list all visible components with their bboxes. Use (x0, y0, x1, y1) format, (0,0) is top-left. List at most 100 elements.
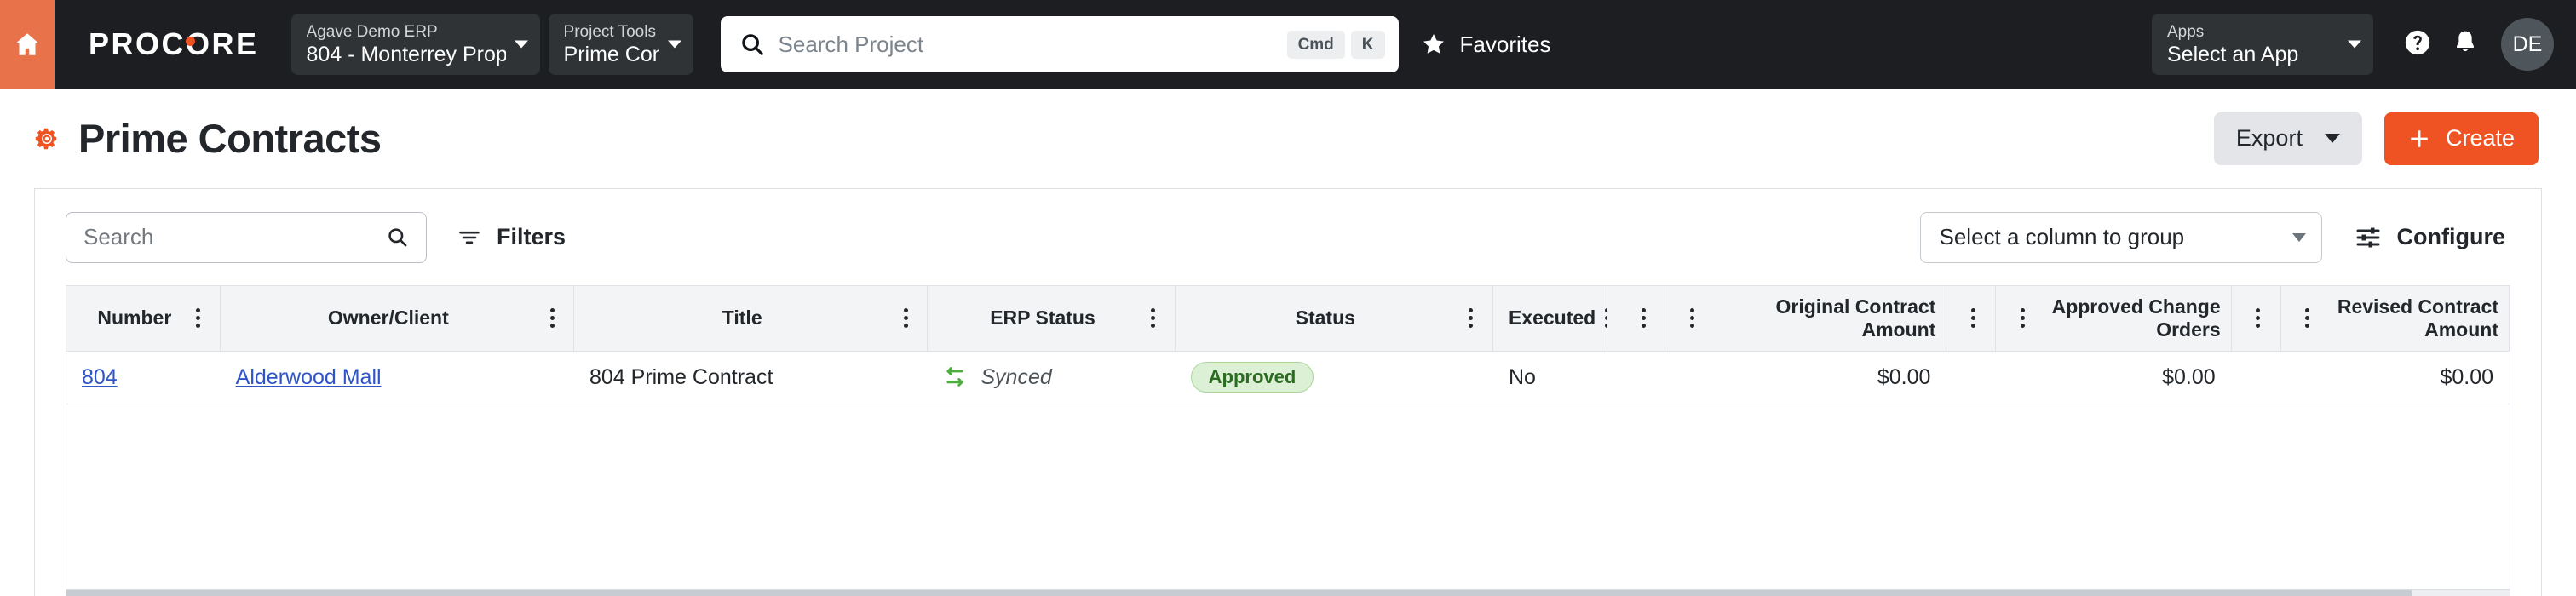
home-icon (13, 30, 42, 59)
filter-icon (457, 226, 481, 249)
group-by-column-select[interactable]: Select a column to group (1919, 211, 2322, 263)
column-menu-icon[interactable] (541, 308, 563, 329)
brand-label: PROCORE (89, 26, 259, 61)
table-empty-space (66, 404, 2510, 596)
chevron-down-icon (2291, 232, 2306, 242)
create-label: Create (2445, 125, 2515, 151)
project-tools-selector[interactable]: Project Tools Prime Contra... (548, 14, 693, 75)
erp-status-label: Synced (980, 364, 1052, 389)
help-button[interactable] (2394, 20, 2441, 68)
procore-logo[interactable]: PROCORE (89, 26, 259, 62)
company-project-selector[interactable]: Agave Demo ERP 804 - Monterrey Propertie… (290, 14, 540, 75)
chevron-down-icon (667, 40, 681, 49)
column-header-label: Original Contract Amount (1775, 295, 1936, 341)
company-label: Agave Demo ERP (306, 23, 438, 41)
owner-client-link[interactable]: Alderwood Mall (236, 365, 382, 389)
column-header-spacer[interactable] (1946, 286, 1997, 352)
column-menu-icon[interactable] (2297, 308, 2319, 329)
brand-wordmark: PROCORE (89, 26, 259, 62)
contract-number-link[interactable]: 804 (82, 365, 118, 389)
column-menu-icon[interactable] (1632, 308, 1654, 329)
cell-original-contract-amount: $0.00 (1665, 351, 1946, 404)
favorites-button[interactable]: Favorites (1421, 31, 1551, 58)
horizontal-scrollbar[interactable] (66, 589, 2510, 596)
column-header-label: ERP Status (990, 307, 1095, 330)
column-header-owner-client[interactable]: Owner/Client (220, 286, 575, 352)
column-header-number[interactable]: Number (66, 286, 221, 352)
column-menu-icon[interactable] (1460, 308, 1482, 329)
chevron-down-icon (2348, 40, 2361, 49)
group-by-value: Select a column to group (1939, 224, 2185, 249)
cell-status: Approved (1175, 351, 1493, 404)
column-menu-icon[interactable] (2247, 308, 2269, 329)
column-header-approved-change-orders[interactable]: Approved Change Orders (1995, 286, 2232, 352)
home-button[interactable] (0, 0, 55, 89)
table-row[interactable]: 804 Alderwood Mall 804 Prime Contract Synce… (66, 351, 2510, 404)
user-avatar[interactable]: DE (2501, 18, 2554, 71)
sync-icon (943, 365, 967, 389)
export-button[interactable]: Export (2213, 112, 2362, 165)
create-button[interactable]: Create (2383, 112, 2539, 165)
filters-button[interactable]: Filters (452, 217, 571, 257)
column-header-title[interactable]: Title (573, 286, 929, 352)
apps-selector[interactable]: Apps Select an App (2152, 14, 2373, 75)
table-header-row: Number Owner/Client Title ERP Status Status E… (66, 286, 2510, 352)
favorites-label: Favorites (1459, 31, 1551, 57)
column-header-label: Number (97, 307, 172, 330)
column-menu-icon[interactable] (2011, 308, 2033, 329)
cell-erp-status: Synced (927, 351, 1176, 404)
search-input[interactable] (764, 31, 1281, 58)
prime-contracts-table: Number Owner/Client Title ERP Status Status E… (66, 286, 2510, 404)
gear-icon (34, 126, 60, 152)
original-contract-amount: $0.00 (1877, 364, 1931, 389)
search-input[interactable] (83, 224, 386, 250)
table-search-box[interactable] (66, 211, 427, 263)
configure-label: Configure (2396, 224, 2506, 249)
column-header-revised-contract-amount[interactable]: Revised Contract Amount (2280, 286, 2510, 352)
column-header-spacer[interactable] (2231, 286, 2281, 352)
column-header-label: Executed (1508, 307, 1596, 330)
star-icon (1421, 32, 1446, 57)
cell-spacer-2 (1946, 351, 1996, 404)
column-menu-icon[interactable] (187, 308, 210, 329)
contract-title: 804 Prime Contract (589, 364, 773, 389)
column-header-label: Title (722, 307, 762, 330)
notifications-button[interactable] (2441, 20, 2489, 68)
cell-executed: No (1492, 351, 1607, 404)
top-navigation-bar: PROCORE Agave Demo ERP 804 - Monterrey P… (0, 0, 2576, 89)
project-tools-value: Prime Contra... (563, 43, 659, 67)
table-head: Number Owner/Client Title ERP Status Status E… (66, 286, 2510, 352)
project-value: 804 - Monterrey Properties (306, 43, 506, 67)
column-header-label: Owner/Client (327, 307, 449, 330)
global-search-bar[interactable]: Cmd K (720, 16, 1399, 72)
column-menu-icon[interactable] (1962, 308, 1984, 329)
revised-contract-amount: $0.00 (2440, 364, 2493, 389)
help-circle-icon (2403, 28, 2432, 61)
cell-approved-change-orders: $0.00 (1995, 351, 2232, 404)
column-header-spacer[interactable] (1607, 286, 1666, 352)
column-header-label: Revised Contract Amount (2337, 295, 2498, 341)
approved-change-orders: $0.00 (2162, 364, 2216, 389)
filters-label: Filters (497, 224, 566, 249)
bell-icon (2451, 28, 2480, 61)
column-header-erp-status[interactable]: ERP Status (927, 286, 1176, 352)
column-header-executed[interactable]: Executed (1492, 286, 1609, 352)
configure-button[interactable]: Configure (2349, 217, 2511, 258)
plus-icon (2408, 128, 2430, 150)
search-icon (739, 32, 765, 57)
cell-title: 804 Prime Contract (573, 351, 928, 404)
column-menu-icon[interactable] (1142, 308, 1164, 329)
column-menu-icon[interactable] (894, 308, 917, 329)
column-menu-icon[interactable] (1681, 308, 1703, 329)
page-header: Prime Contracts Export Create (0, 89, 2576, 188)
table-body: 804 Alderwood Mall 804 Prime Contract Synce… (66, 351, 2510, 404)
table-toolbar: Filters Select a column to group (35, 189, 2541, 285)
column-header-status[interactable]: Status (1175, 286, 1493, 352)
column-header-original-contract-amount[interactable]: Original Contract Amount (1665, 286, 1947, 352)
data-table-container: Number Owner/Client Title ERP Status Status E… (66, 285, 2510, 596)
content-panel: Filters Select a column to group (34, 188, 2542, 596)
apps-label: Apps (2167, 23, 2205, 41)
cell-owner-client: Alderwood Mall (220, 351, 574, 404)
cell-spacer-1 (1607, 351, 1665, 404)
scrollbar-thumb[interactable] (66, 590, 2412, 596)
